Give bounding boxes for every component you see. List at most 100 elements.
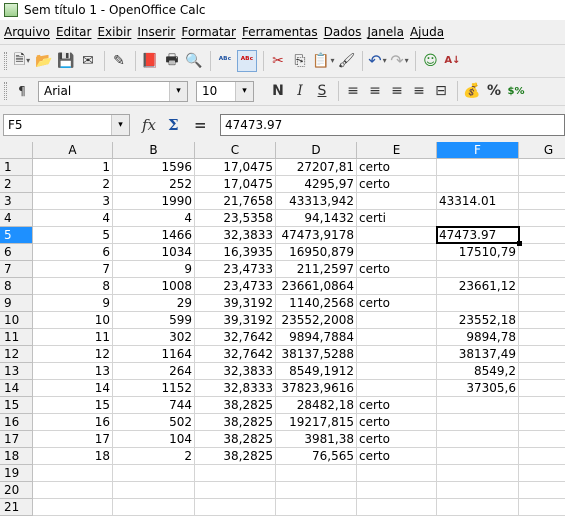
cell-g7[interactable] (519, 261, 565, 278)
number-format-button[interactable]: $% (506, 80, 526, 102)
formula-input[interactable]: 47473.97 (220, 114, 565, 136)
menu-arquivo[interactable]: Arquivo (3, 25, 55, 39)
cell-f21[interactable] (437, 499, 519, 516)
cell-c15[interactable]: 38,2825 (195, 397, 276, 414)
cell-c16[interactable]: 38,2825 (195, 414, 276, 431)
cell-e20[interactable] (357, 482, 437, 499)
cell-f19[interactable] (437, 465, 519, 482)
cell-g6[interactable] (519, 244, 565, 261)
cell-f15[interactable] (437, 397, 519, 414)
cell-c19[interactable] (195, 465, 276, 482)
cell-d8[interactable]: 23661,0864 (276, 278, 357, 295)
cell-f9[interactable] (437, 295, 519, 312)
cell-c10[interactable]: 39,3192 (195, 312, 276, 329)
cell-b8[interactable]: 1008 (113, 278, 195, 295)
menu-exibir[interactable]: Exibir (96, 25, 136, 39)
cell-g15[interactable] (519, 397, 565, 414)
row-header-2[interactable]: 2 (0, 176, 33, 193)
paste-icon[interactable]: 📋 ▾ (312, 50, 334, 72)
percent-format-button[interactable]: % (484, 80, 504, 102)
menu-formatar[interactable]: Formatar (180, 25, 241, 39)
cell-g19[interactable] (519, 465, 565, 482)
row-header-9[interactable]: 9 (0, 295, 33, 312)
print-icon[interactable]: 🖶 (162, 50, 182, 72)
row-header-13[interactable]: 13 (0, 363, 33, 380)
page-preview-icon[interactable]: 🔍 (184, 50, 204, 72)
cell-f10[interactable]: 23552,18 (437, 312, 519, 329)
cell-d17[interactable]: 3981,38 (276, 431, 357, 448)
cell-e3[interactable] (357, 193, 437, 210)
save-icon[interactable]: 💾 (56, 50, 76, 72)
cell-a17[interactable]: 17 (33, 431, 113, 448)
cell-d6[interactable]: 16950,879 (276, 244, 357, 261)
row-header-5[interactable]: 5 (0, 227, 33, 244)
font-name-combobox[interactable]: Arial ▾ (38, 80, 188, 102)
cell-g10[interactable] (519, 312, 565, 329)
cell-b20[interactable] (113, 482, 195, 499)
toolbar-grip[interactable] (4, 82, 7, 100)
row-header-8[interactable]: 8 (0, 278, 33, 295)
cell-e12[interactable] (357, 346, 437, 363)
format-paintbrush-icon[interactable]: 🖌 (336, 50, 356, 72)
spellcheck-icon[interactable]: ᴬᴮᶜ (215, 50, 235, 72)
cell-b1[interactable]: 1596 (113, 159, 195, 176)
spreadsheet-grid[interactable]: A B C D E F G 1 1 1596 17,0475 27207,81 certo 2 2 252 17… (0, 142, 565, 521)
cell-b6[interactable]: 1034 (113, 244, 195, 261)
cell-a12[interactable]: 12 (33, 346, 113, 363)
cell-g21[interactable] (519, 499, 565, 516)
cell-f20[interactable] (437, 482, 519, 499)
cell-b21[interactable] (113, 499, 195, 516)
cell-b13[interactable]: 264 (113, 363, 195, 380)
cell-d5[interactable]: 47473,9178 (276, 227, 357, 244)
cell-e14[interactable] (357, 380, 437, 397)
column-header-a[interactable]: A (33, 142, 113, 159)
cell-f18[interactable] (437, 448, 519, 465)
cell-g18[interactable] (519, 448, 565, 465)
cell-b10[interactable]: 599 (113, 312, 195, 329)
cell-f7[interactable] (437, 261, 519, 278)
cell-f6[interactable]: 17510,79 (437, 244, 519, 261)
column-header-g[interactable]: G (519, 142, 565, 159)
cell-d1[interactable]: 27207,81 (276, 159, 357, 176)
cell-f16[interactable] (437, 414, 519, 431)
merge-cells-icon[interactable]: ⊟ (431, 80, 451, 102)
menu-ajuda[interactable]: Ajuda (409, 25, 449, 39)
cell-a15[interactable]: 15 (33, 397, 113, 414)
cell-b9[interactable]: 29 (113, 295, 195, 312)
cell-b12[interactable]: 1164 (113, 346, 195, 363)
column-header-f[interactable]: F (437, 142, 519, 159)
cell-a1[interactable]: 1 (33, 159, 113, 176)
function-wizard-icon[interactable]: 𝑓x (142, 116, 156, 134)
row-header-21[interactable]: 21 (0, 499, 33, 516)
chevron-down-icon[interactable]: ▾ (111, 115, 129, 135)
column-header-d[interactable]: D (276, 142, 357, 159)
cell-d3[interactable]: 43313,942 (276, 193, 357, 210)
cell-b11[interactable]: 302 (113, 329, 195, 346)
cell-c21[interactable] (195, 499, 276, 516)
cell-a6[interactable]: 6 (33, 244, 113, 261)
cell-e18[interactable]: certo (357, 448, 437, 465)
cell-e4[interactable]: certi (357, 210, 437, 227)
cell-c5[interactable]: 32,3833 (195, 227, 276, 244)
cell-c3[interactable]: 21,7658 (195, 193, 276, 210)
new-document-icon[interactable]: 🗎 ▾ (12, 50, 32, 72)
cell-g8[interactable] (519, 278, 565, 295)
cell-f14[interactable]: 37305,6 (437, 380, 519, 397)
copy-icon[interactable]: ⎘ (290, 50, 310, 72)
cut-icon[interactable]: ✂ (268, 50, 288, 72)
cell-a13[interactable]: 13 (33, 363, 113, 380)
cell-b7[interactable]: 9 (113, 261, 195, 278)
cell-d13[interactable]: 8549,1912 (276, 363, 357, 380)
column-header-e[interactable]: E (357, 142, 437, 159)
cell-e21[interactable] (357, 499, 437, 516)
font-size-combobox[interactable]: 10 ▾ (196, 80, 254, 102)
cell-e8[interactable] (357, 278, 437, 295)
cell-c20[interactable] (195, 482, 276, 499)
row-header-15[interactable]: 15 (0, 397, 33, 414)
cell-d7[interactable]: 211,2597 (276, 261, 357, 278)
sort-ascending-icon[interactable]: A↓ (442, 50, 462, 72)
open-folder-icon[interactable]: 📂 (34, 50, 54, 72)
cell-c17[interactable]: 38,2825 (195, 431, 276, 448)
cell-d20[interactable] (276, 482, 357, 499)
cell-e9[interactable]: certo (357, 295, 437, 312)
